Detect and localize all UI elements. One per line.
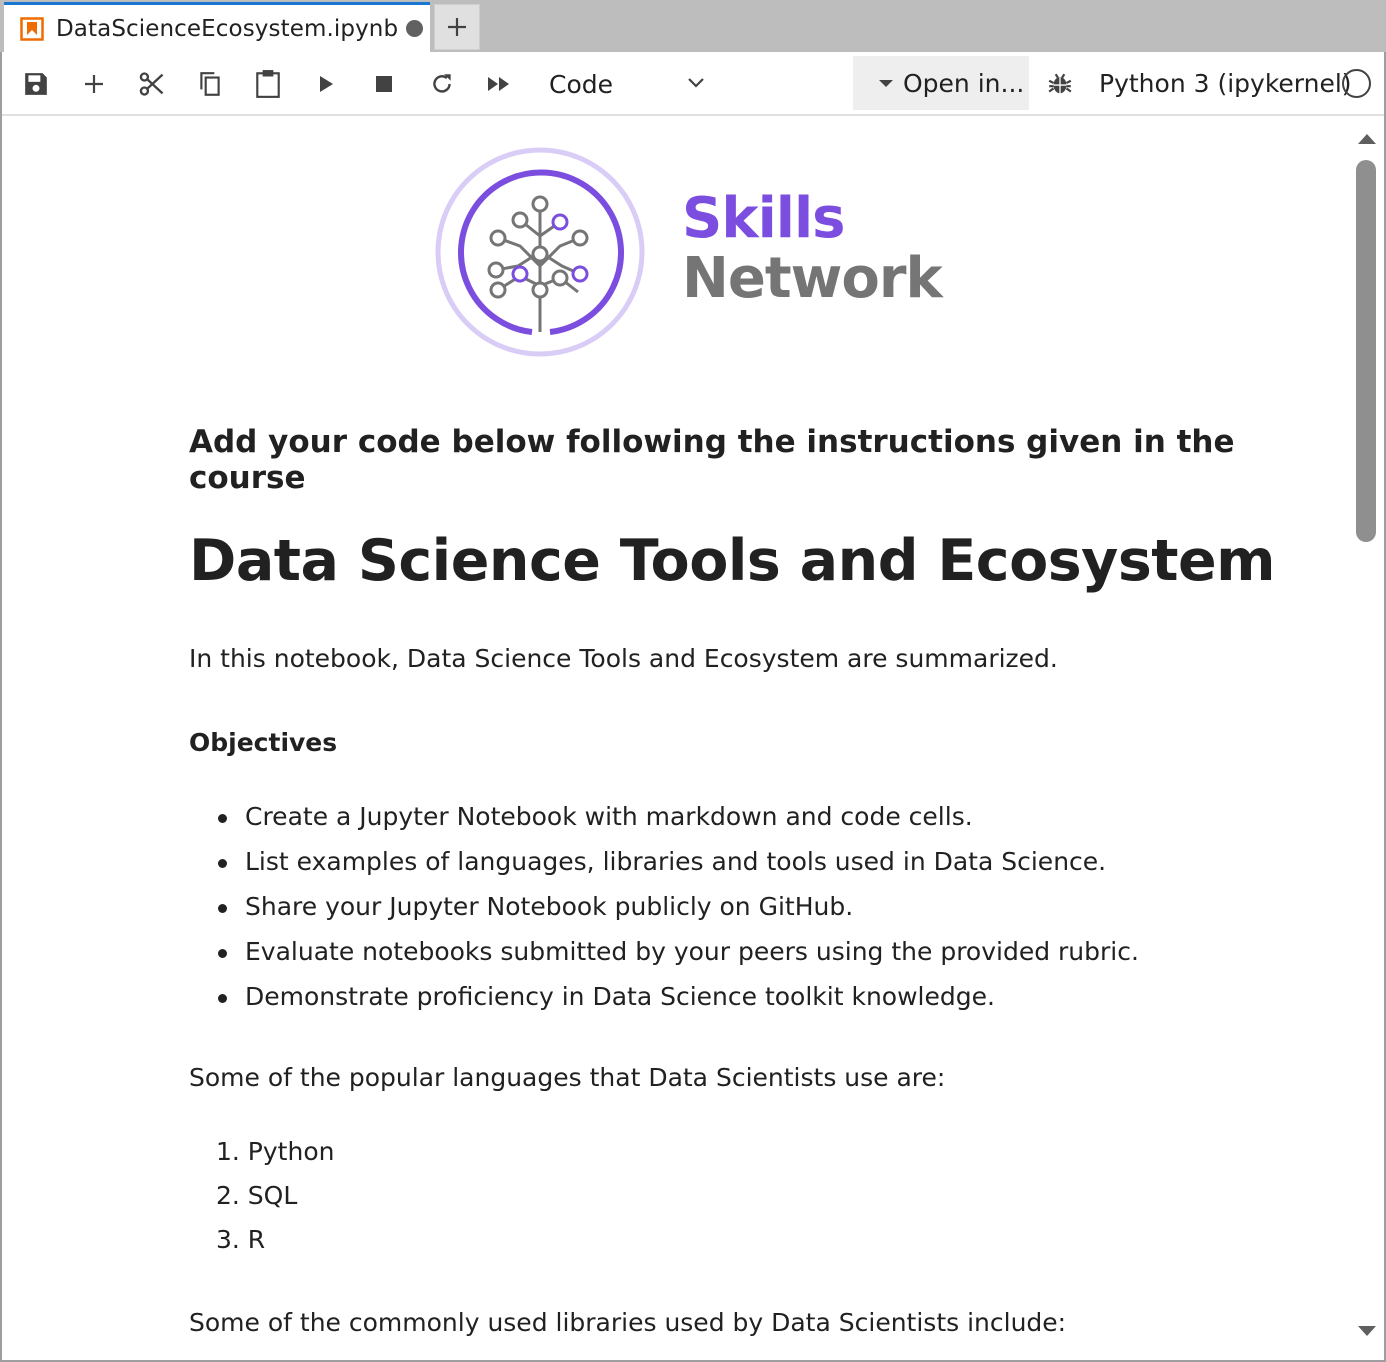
list-item: List examples of languages, libraries an… (189, 844, 1319, 889)
run-button[interactable] (306, 64, 346, 104)
cell-type-value: Code (549, 69, 614, 99)
plus-icon (448, 18, 466, 36)
add-cell-button[interactable] (74, 64, 114, 104)
open-in-label: Open in... (903, 68, 1025, 98)
paste-button[interactable] (248, 64, 288, 104)
stop-icon (376, 76, 392, 92)
logo-skills-text: Skills (682, 186, 845, 251)
list-item: Share your Jupyter Notebook publicly on … (189, 889, 1319, 934)
open-in-button[interactable]: Open in... (853, 56, 1029, 110)
unsaved-indicator-icon[interactable] (406, 20, 424, 37)
notebook-content[interactable]: Skills Network Add your code below follo… (2, 116, 1352, 1358)
objectives-heading: Objectives (189, 728, 338, 757)
skills-network-logo: Skills Network (434, 146, 943, 358)
list-item: 1. Python (216, 1137, 335, 1166)
save-button[interactable] (16, 64, 56, 104)
languages-intro: Some of the popular languages that Data … (189, 1063, 946, 1092)
kernel-name[interactable]: Python 3 (ipykernel) (1099, 66, 1352, 102)
libraries-intro: Some of the commonly used libraries used… (189, 1308, 1067, 1337)
add-icon (85, 75, 103, 93)
bug-icon (1048, 73, 1072, 94)
list-item: 3. R (216, 1225, 266, 1254)
list-item: Demonstrate proficiency in Data Science … (189, 979, 1319, 1024)
restart-button[interactable] (422, 64, 462, 104)
cut-button[interactable] (132, 64, 172, 104)
notebook-toolbar: Code Open in... Python 3 (ipykernel) (2, 52, 1384, 116)
logo-network-text: Network (682, 246, 943, 311)
copy-button[interactable] (190, 64, 230, 104)
new-tab-button[interactable] (434, 4, 480, 50)
debugger-button[interactable] (1042, 66, 1078, 102)
restart-icon (433, 74, 451, 93)
vertical-scrollbar[interactable] (1352, 116, 1382, 1358)
list-item: Create a Jupyter Notebook with markdown … (189, 799, 1319, 844)
objectives-list: Create a Jupyter Notebook with markdown … (189, 799, 1319, 1024)
run-all-button[interactable] (480, 64, 520, 104)
intro-paragraph: In this notebook, Data Science Tools and… (189, 644, 1058, 673)
save-icon (25, 73, 47, 95)
copy-icon (200, 72, 220, 96)
tab-notebook[interactable]: DataScienceEcosystem.ipynb (4, 2, 430, 52)
chevron-down-icon (688, 78, 704, 88)
list-item: Evaluate notebooks submitted by your pee… (189, 934, 1319, 979)
languages-list: 1. Python 2. SQL 3. R (189, 1134, 1319, 1266)
notebook-icon (20, 16, 44, 41)
fast-forward-icon (488, 77, 509, 91)
scissors-icon (139, 72, 164, 96)
list-item: 2. SQL (216, 1181, 298, 1210)
tree-logo-icon (435, 147, 645, 357)
scroll-up-arrow-icon[interactable] (1358, 134, 1376, 144)
scroll-down-arrow-icon[interactable] (1358, 1326, 1376, 1336)
scrollbar-thumb[interactable] (1356, 160, 1376, 542)
clipboard-icon (256, 70, 280, 98)
tab-bar: DataScienceEcosystem.ipynb (0, 0, 1386, 52)
cell-type-select[interactable]: Code (538, 62, 714, 106)
instruction-heading: Add your code below following the instru… (189, 424, 1235, 496)
caret-down-icon (879, 79, 893, 87)
tab-title: DataScienceEcosystem.ipynb (56, 15, 399, 42)
kernel-status-icon (1342, 69, 1371, 98)
notebook-title: Data Science Tools and Ecosystem (189, 528, 1276, 594)
interrupt-button[interactable] (364, 64, 404, 104)
play-icon (320, 76, 333, 92)
